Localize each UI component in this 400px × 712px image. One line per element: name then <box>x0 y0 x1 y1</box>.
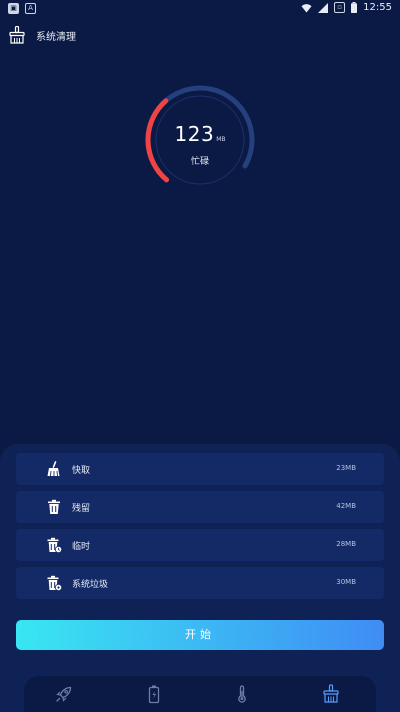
notification-app-icon: ▣ <box>8 3 19 14</box>
gauge-status: 忙碌 <box>190 157 209 167</box>
list-item-temp[interactable]: 临时 28MB <box>16 529 384 561</box>
gauge-value: 123 <box>174 122 215 146</box>
item-label: 残留 <box>72 504 91 514</box>
battery-status-icon <box>351 2 358 13</box>
item-label: 快取 <box>72 466 91 476</box>
junk-size-gauge: 123 MB 忙碌 <box>142 82 258 198</box>
sim-icon: ▫ <box>334 2 346 13</box>
gauge-value-wrap: 123 MB <box>142 122 258 146</box>
trash-clock-icon <box>47 537 62 553</box>
list-item-residual[interactable]: 残留 42MB <box>16 491 384 523</box>
list-item-cache[interactable]: 快取 23MB <box>16 453 384 485</box>
signal-icon <box>318 2 329 13</box>
status-bar: ▣ A ▫ 12:55 <box>0 0 400 18</box>
item-size: 28MB <box>336 540 356 548</box>
list-item-system-junk[interactable]: 系统垃圾 30MB <box>16 567 384 599</box>
item-label: 临时 <box>72 542 91 552</box>
nav-cleaner-icon[interactable] <box>321 684 341 704</box>
status-time: 12:55 <box>363 2 392 13</box>
start-button[interactable]: 开始 <box>16 620 384 650</box>
trash-icon <box>48 499 60 514</box>
page-title: 系统清理 <box>36 31 76 43</box>
item-size: 23MB <box>336 464 356 472</box>
gauge-unit: MB <box>216 136 226 143</box>
trash-gear-icon <box>47 575 62 591</box>
broom-icon[interactable] <box>8 26 26 44</box>
bottom-nav <box>24 676 376 712</box>
item-size: 30MB <box>336 578 356 586</box>
app-header: 系统清理 <box>8 26 76 44</box>
notification-a-icon: A <box>25 3 36 14</box>
item-label: 系统垃圾 <box>72 580 109 590</box>
nav-thermometer-icon[interactable] <box>232 684 252 704</box>
item-size: 42MB <box>336 502 356 510</box>
wifi-icon <box>301 3 312 12</box>
nav-battery-icon[interactable] <box>144 684 164 704</box>
broom-icon <box>47 461 60 477</box>
nav-rocket-icon[interactable] <box>54 684 74 704</box>
